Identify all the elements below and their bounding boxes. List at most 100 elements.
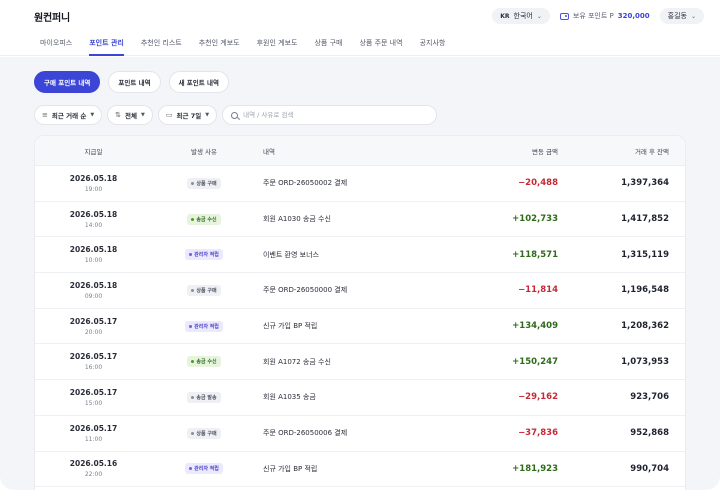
- cell-reason: 송금 수신: [152, 356, 256, 368]
- balance-text: 1,196,548: [621, 285, 669, 296]
- header-amount[interactable]: 변동 금액: [446, 146, 558, 156]
- table-row[interactable]: 2026.05.18 19:00 상품 구매 주문 ORD-26050002 결제 −2…: [35, 166, 685, 202]
- subtab-3[interactable]: 새 포인트 내역: [168, 71, 229, 93]
- table-row[interactable]: 2026.05.17 11:00 상품 구매 주문 ORD-26050006 결제 −3…: [35, 416, 685, 452]
- search-icon: [231, 111, 239, 119]
- cell-reason: 상품 구매: [152, 284, 256, 296]
- cell-reason: 상품 구매: [152, 427, 256, 439]
- top-header: 원컨퍼니 KR 한국어 ⌄ 보유 포인트 P 320,000 홍길동 ⌄: [0, 0, 720, 32]
- cell-date: 2026.05.17 15:00: [35, 388, 152, 407]
- table-row[interactable]: 2026.05.18 14:00 송금 수신 회원 A1030 송금 수신 +102,7…: [35, 202, 685, 238]
- balance-text: 990,704: [630, 463, 669, 474]
- nav-item-6[interactable]: 상품 구매: [314, 31, 342, 55]
- user-menu[interactable]: 홍길동 ⌄: [659, 8, 704, 24]
- amount-text: +134,409: [512, 321, 558, 332]
- date-text: 2026.05.17: [69, 316, 118, 326]
- cell-balance: 1,208,362: [558, 321, 669, 331]
- caret-down-icon: ▼: [141, 112, 145, 118]
- balance-text: 952,868: [630, 428, 669, 439]
- time-text: 09:00: [84, 292, 103, 300]
- search-input[interactable]: [243, 111, 424, 119]
- cell-date: 2026.05.17 20:00: [35, 317, 152, 336]
- reason-text: 송금 수신: [196, 216, 217, 223]
- subtab-2[interactable]: 포인트 내역: [108, 71, 161, 93]
- wallet-icon: [559, 12, 569, 20]
- cell-detail: 주문 ORD-26050002 결제: [256, 178, 446, 188]
- table-header: 지급일 발생 사유 내역 변동 금액 거래 후 잔액: [35, 136, 685, 166]
- language-selector[interactable]: KR 한국어 ⌄: [492, 8, 550, 24]
- reason-badge: 관리자 적립: [185, 249, 223, 261]
- status-dot-icon: [191, 395, 195, 399]
- nav-item-2[interactable]: 포인트 관리: [89, 31, 124, 56]
- status-dot-icon: [191, 431, 195, 435]
- subtab-1[interactable]: 구매 포인트 내역: [34, 71, 101, 93]
- detail-text: 회원 A1035 송금: [263, 393, 316, 402]
- cell-detail: 신규 가입 BP 적립: [256, 464, 446, 474]
- cell-amount: +134,409: [446, 321, 558, 331]
- caret-down-icon: ▼: [90, 112, 95, 118]
- search-box[interactable]: [222, 105, 438, 125]
- period-label: 최근 7일: [176, 112, 202, 120]
- amount-text: +150,247: [512, 356, 558, 367]
- points-balance: 보유 포인트 P 320,000: [559, 11, 650, 21]
- cell-amount: +118,571: [446, 250, 558, 260]
- header-balance[interactable]: 거래 후 잔액: [558, 146, 669, 156]
- reason-badge: 송금 수신: [187, 213, 221, 225]
- amount-text: −20,488: [518, 178, 558, 189]
- caret-down-icon: ▼: [205, 112, 210, 118]
- header-detail[interactable]: 내역: [256, 146, 446, 156]
- period-dropdown[interactable]: ▭ 최근 7일 ▼: [157, 105, 218, 125]
- cell-reason: 송금 발송: [152, 391, 256, 403]
- amount-text: +181,923: [512, 463, 558, 474]
- balance-text: 1,417,852: [621, 214, 669, 225]
- nav-item-5[interactable]: 후원인 계보도: [257, 31, 298, 55]
- table-row[interactable]: 2026.05.16 22:00 관리자 적립 신규 가입 BP 적립 +181,923…: [35, 452, 685, 488]
- nav-item-1[interactable]: 마이오피스: [40, 31, 72, 55]
- reason-badge: 송금 수신: [187, 356, 221, 368]
- chevron-down-icon: ⌄: [690, 12, 696, 20]
- table-row[interactable]: 2026.05.18 10:00 관리자 적립 이벤트 환영 보너스 +118,571 1…: [35, 237, 685, 274]
- nav-item-8[interactable]: 공지사항: [420, 31, 446, 55]
- table-row[interactable]: 2026.05.18 09:00 상품 구매 주문 ORD-26050000 결제 −1…: [35, 273, 685, 309]
- reason-text: 관리자 적립: [194, 466, 219, 473]
- nav-item-7[interactable]: 상품 주문 내역: [359, 31, 402, 55]
- time-text: 14:00: [84, 221, 103, 229]
- point-subtabs: 구매 포인트 내역 포인트 내역 새 포인트 내역: [34, 71, 686, 93]
- header-actions: KR 한국어 ⌄ 보유 포인트 P 320,000 홍길동 ⌄: [492, 8, 704, 24]
- status-dot-icon: [191, 360, 195, 364]
- nav-item-4[interactable]: 추천인 계보도: [199, 31, 240, 55]
- cell-date: 2026.05.16 22:00: [35, 459, 152, 478]
- table-row[interactable]: 2026.05.17 15:00 송금 발송 회원 A1035 송금 −29,162 92…: [35, 380, 685, 416]
- company-logo[interactable]: 원컨퍼니: [34, 9, 70, 24]
- detail-text: 회원 A1030 송금 수신: [263, 215, 331, 224]
- cell-amount: −11,814: [446, 285, 558, 295]
- date-text: 2026.05.18: [69, 245, 118, 255]
- date-text: 2026.05.17: [69, 423, 118, 433]
- balance-text: 1,073,953: [621, 356, 669, 367]
- reason-badge: 관리자 적립: [185, 463, 223, 475]
- header-reason[interactable]: 발생 사유: [152, 146, 256, 156]
- status-dot-icon: [189, 324, 193, 328]
- cell-balance: 1,073,953: [558, 357, 669, 367]
- cell-amount: −37,836: [446, 428, 558, 438]
- balance-text: 1,397,364: [621, 178, 669, 189]
- cell-date: 2026.05.17 16:00: [35, 352, 152, 371]
- sort-dropdown[interactable]: ≡ 최근 거래 순 ▼: [34, 105, 103, 125]
- detail-text: 주문 ORD-26050006 결제: [263, 429, 348, 438]
- language-label: 한국어: [513, 12, 533, 20]
- balance-text: 1,315,119: [621, 249, 669, 260]
- type-dropdown[interactable]: ⇅ 전체 ▼: [107, 105, 153, 125]
- time-text: 20:00: [84, 328, 103, 336]
- balance-text: 923,706: [630, 392, 669, 403]
- table-row[interactable]: 2026.05.17 16:00 송금 수신 회원 A1072 송금 수신 +150,2…: [35, 344, 685, 381]
- calendar-icon: ▭: [165, 111, 173, 119]
- reason-badge: 관리자 적립: [185, 320, 223, 332]
- header-date[interactable]: 지급일: [35, 146, 152, 156]
- table-row[interactable]: 2026.05.17 20:00 관리자 적립 신규 가입 BP 적립 +134,409…: [35, 309, 685, 345]
- amount-text: −11,814: [518, 285, 558, 296]
- cell-detail: 신규 가입 BP 적립: [256, 321, 446, 331]
- nav-item-3[interactable]: 추천인 리스트: [141, 31, 182, 55]
- cell-balance: 1,315,119: [558, 250, 669, 260]
- detail-text: 회원 A1072 송금 수신: [263, 357, 331, 366]
- balance-text: 1,208,362: [621, 321, 669, 332]
